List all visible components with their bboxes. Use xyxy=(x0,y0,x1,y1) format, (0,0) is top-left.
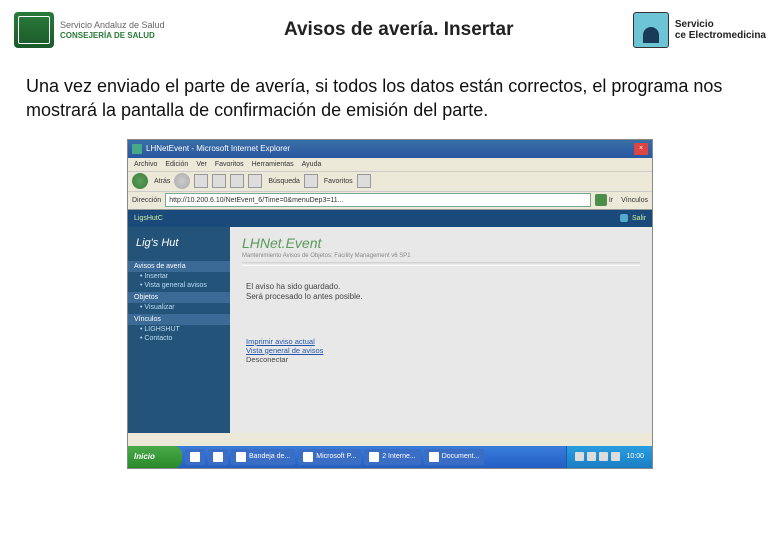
system-tray: 10:00 xyxy=(566,446,652,468)
main-header: LHNet.Event Mantenimiento Avisos de Obje… xyxy=(230,227,652,270)
taskbar-item-inbox[interactable]: Bandeja de... xyxy=(231,449,295,465)
ie-menubar: Archivo Edición Ver Favoritos Herramient… xyxy=(128,158,652,172)
logo-left-text: Servicio Andaluz de Salud CONSEJERÍA DE … xyxy=(60,20,165,40)
go-button[interactable]: Ir xyxy=(595,194,613,206)
favorites-label: Favoritos xyxy=(324,178,353,185)
logout-icon xyxy=(620,214,628,222)
menu-ver[interactable]: Ver xyxy=(196,161,207,168)
menu-ayuda[interactable]: Ayuda xyxy=(302,161,322,168)
tray-icon[interactable] xyxy=(587,452,596,461)
logo-right: Servicio ce Electromedicina xyxy=(633,12,766,48)
logo-left: Servicio Andaluz de Salud CONSEJERÍA DE … xyxy=(14,12,165,48)
menu-archivo[interactable]: Archivo xyxy=(134,161,157,168)
close-icon[interactable]: × xyxy=(634,143,648,155)
tray-icon[interactable] xyxy=(575,452,584,461)
salir-label: Salir xyxy=(632,215,646,222)
main-subtitle: Mantenimiento Avisos de Objetos: Facilit… xyxy=(242,253,640,259)
logo-left-line1: Servicio Andaluz de Salud xyxy=(60,20,165,31)
sidebar-item-vista-avisos[interactable]: Vista general avisos xyxy=(128,281,230,290)
menu-edicion[interactable]: Edición xyxy=(165,161,188,168)
logo-right-line2: ce Electromedicina xyxy=(675,30,766,41)
app-topbar-right[interactable]: Salir xyxy=(620,214,646,222)
main-content: El aviso ha sido guardado. Será procesad… xyxy=(230,270,652,376)
logo-left-line2: CONSEJERÍA DE SALUD xyxy=(60,31,165,41)
home-icon[interactable] xyxy=(230,174,244,188)
start-button[interactable]: Inicio xyxy=(128,446,182,468)
slide-title: Avisos de avería. Insertar xyxy=(165,19,633,41)
confirmation-message-2: Será procesado lo antes posible. xyxy=(246,292,636,301)
sidebar-logo: Lig's Hut xyxy=(128,233,230,259)
address-url: http://10.200.6.10/NetEvent_6/Time=0&men… xyxy=(169,197,343,204)
app-body: Lig's Hut Avisos de avería Insertar Vist… xyxy=(128,227,652,433)
ie-titlebar: LHNetEvent - Microsoft Internet Explorer… xyxy=(128,140,652,158)
link-disconnect[interactable]: Desconectar xyxy=(246,355,636,364)
menu-favoritos[interactable]: Favoritos xyxy=(215,161,244,168)
clock: 10:00 xyxy=(626,453,644,460)
ie-toolbar: Atrás Búsqueda Favoritos xyxy=(128,172,652,192)
sidebar-section-vinculos[interactable]: Vínculos xyxy=(128,314,230,325)
taskbar-item-ie[interactable]: 2 Interne... xyxy=(364,449,420,465)
taskbar-item[interactable] xyxy=(208,449,228,465)
back-button-icon[interactable] xyxy=(132,173,148,189)
logo-right-text: Servicio ce Electromedicina xyxy=(675,19,766,41)
app-topbar-left: LigsHutC xyxy=(134,215,163,222)
app-topbar: LigsHutC Salir xyxy=(128,210,652,227)
sidebar-item-ligshut[interactable]: LIGHSHUT xyxy=(128,325,230,334)
link-overview[interactable]: Vista general de avisos xyxy=(246,346,636,355)
app-main: LHNet.Event Mantenimiento Avisos de Obje… xyxy=(230,227,652,433)
search-label: Búsqueda xyxy=(268,178,300,185)
ie-addressbar: Dirección http://10.200.6.10/NetEvent_6/… xyxy=(128,192,652,210)
powerpoint-icon xyxy=(303,452,313,462)
body-text: Una vez enviado el parte de avería, si t… xyxy=(0,60,780,133)
junta-andalucia-icon xyxy=(14,12,54,48)
slide-header: Servicio Andaluz de Salud CONSEJERÍA DE … xyxy=(0,0,780,60)
links-label[interactable]: Vínculos xyxy=(621,197,648,204)
taskbar-item-powerpoint[interactable]: Microsoft P... xyxy=(298,449,361,465)
ie-icon xyxy=(369,452,379,462)
go-icon xyxy=(595,194,607,206)
sidebar-item-insertar[interactable]: Insertar xyxy=(128,272,230,281)
link-print[interactable]: Imprimir aviso actual xyxy=(246,337,636,346)
app-sidebar: Lig's Hut Avisos de avería Insertar Vist… xyxy=(128,227,230,433)
main-title: LHNet.Event xyxy=(242,235,640,251)
app-icon xyxy=(190,452,200,462)
back-label: Atrás xyxy=(154,178,170,185)
electromedicina-icon xyxy=(633,12,669,48)
windows-taskbar: Inicio Bandeja de... Microsoft P... 2 In… xyxy=(128,446,652,468)
refresh-icon[interactable] xyxy=(212,174,226,188)
outlook-icon xyxy=(236,452,246,462)
ie-app-icon xyxy=(132,144,142,154)
search-icon[interactable] xyxy=(248,174,262,188)
favorites-icon[interactable] xyxy=(304,174,318,188)
embedded-screenshot: LHNetEvent - Microsoft Internet Explorer… xyxy=(127,139,653,469)
sidebar-item-contacto[interactable]: Contacto xyxy=(128,334,230,343)
address-label: Dirección xyxy=(132,197,161,204)
main-links: Imprimir aviso actual Vista general de a… xyxy=(246,337,636,364)
history-icon[interactable] xyxy=(357,174,371,188)
logo-right-line1: Servicio xyxy=(675,19,766,30)
address-input[interactable]: http://10.200.6.10/NetEvent_6/Time=0&men… xyxy=(165,193,591,207)
divider xyxy=(242,262,640,266)
ie-window-title: LHNetEvent - Microsoft Internet Explorer xyxy=(146,144,290,153)
taskbar-item[interactable] xyxy=(185,449,205,465)
app-icon xyxy=(213,452,223,462)
stop-icon[interactable] xyxy=(194,174,208,188)
confirmation-message-1: El aviso ha sido guardado. xyxy=(246,282,636,291)
tray-icon[interactable] xyxy=(611,452,620,461)
tray-icon[interactable] xyxy=(599,452,608,461)
sidebar-section-avisos[interactable]: Avisos de avería xyxy=(128,261,230,272)
doc-icon xyxy=(429,452,439,462)
sidebar-item-visualizar[interactable]: Visualizar xyxy=(128,303,230,312)
menu-herramientas[interactable]: Herramientas xyxy=(252,161,294,168)
go-label: Ir xyxy=(609,197,613,204)
forward-button-icon[interactable] xyxy=(174,173,190,189)
start-label: Inicio xyxy=(134,452,155,461)
taskbar-item-document[interactable]: Document... xyxy=(424,449,485,465)
sidebar-section-objetos[interactable]: Objetos xyxy=(128,292,230,303)
